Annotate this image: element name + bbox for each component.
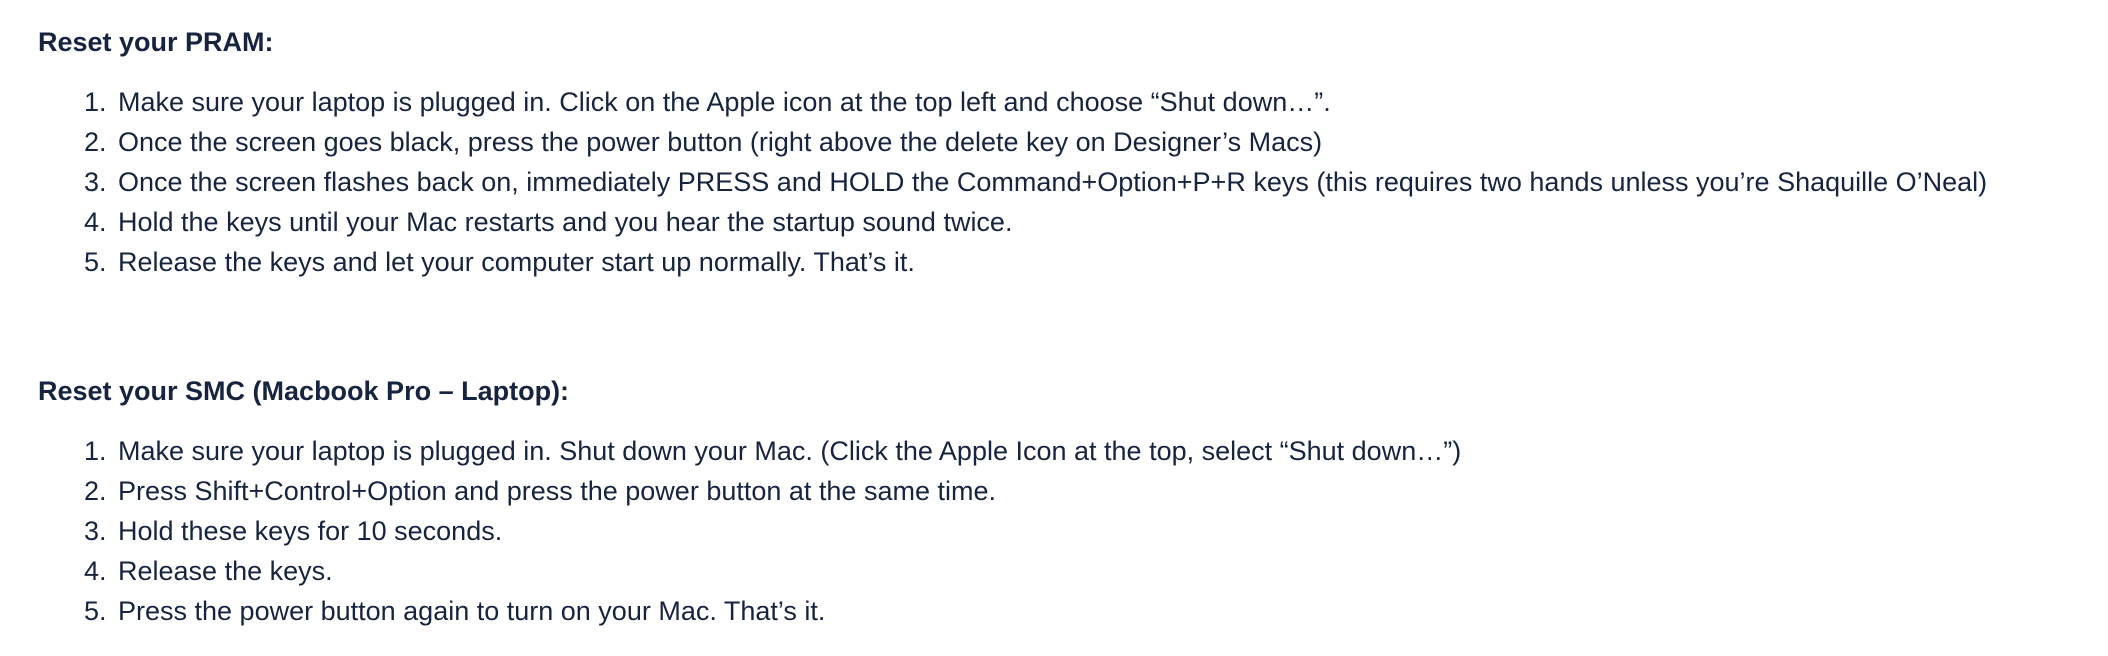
step-number: 1.	[84, 87, 107, 117]
step-number: 3.	[84, 516, 107, 546]
list-item: 4. Hold the keys until your Mac restarts …	[84, 202, 2108, 242]
section-heading: Reset your SMC (Macbook Pro – Laptop):	[38, 376, 570, 406]
list-item: 3. Hold these keys for 10 seconds.	[84, 511, 2108, 551]
step-number: 4.	[84, 556, 107, 586]
step-text: Once the screen flashes back on, immedia…	[118, 167, 1988, 197]
step-number: 3.	[84, 167, 107, 197]
step-text: Hold the keys until your Mac restarts an…	[118, 207, 1013, 237]
step-text: Release the keys.	[118, 556, 333, 586]
pram-section: Reset your PRAM: 1. Make sure your laptop…	[38, 22, 2108, 282]
step-number: 2.	[84, 127, 107, 157]
list-item: 2. Once the screen goes black, press the …	[84, 122, 2108, 162]
step-text: Once the screen goes black, press the po…	[118, 127, 1323, 157]
section-heading: Reset your PRAM:	[38, 27, 274, 57]
smc-section: Reset your SMC (Macbook Pro – Laptop): 1…	[38, 371, 2108, 631]
step-list: 1. Make sure your laptop is plugged in. C…	[38, 82, 2108, 282]
step-text: Make sure your laptop is plugged in. Cli…	[118, 87, 1331, 117]
list-item: 4. Release the keys.	[84, 551, 2108, 591]
list-item: 5. Release the keys and let your computer…	[84, 242, 2108, 282]
step-text: Hold these keys for 10 seconds.	[118, 516, 503, 546]
step-list: 1. Make sure your laptop is plugged in. S…	[38, 431, 2108, 631]
step-text: Make sure your laptop is plugged in. Shu…	[118, 436, 1462, 466]
list-item: 5. Press the power button again to turn o…	[84, 591, 2108, 631]
list-item: 2. Press Shift+Control+Option and press t…	[84, 471, 2108, 511]
step-text: Press Shift+Control+Option and press the…	[118, 476, 996, 506]
step-text: Release the keys and let your computer s…	[118, 247, 915, 277]
step-number: 2.	[84, 476, 107, 506]
step-number: 4.	[84, 207, 107, 237]
step-text: Press the power button again to turn on …	[118, 596, 826, 626]
document: Reset your PRAM: 1. Make sure your laptop…	[0, 0, 2108, 656]
step-number: 5.	[84, 247, 107, 277]
list-item: 1. Make sure your laptop is plugged in. S…	[84, 431, 2108, 471]
list-item: 1. Make sure your laptop is plugged in. C…	[84, 82, 2108, 122]
step-number: 5.	[84, 596, 107, 626]
list-item: 3. Once the screen flashes back on, immed…	[84, 162, 2108, 202]
step-number: 1.	[84, 436, 107, 466]
